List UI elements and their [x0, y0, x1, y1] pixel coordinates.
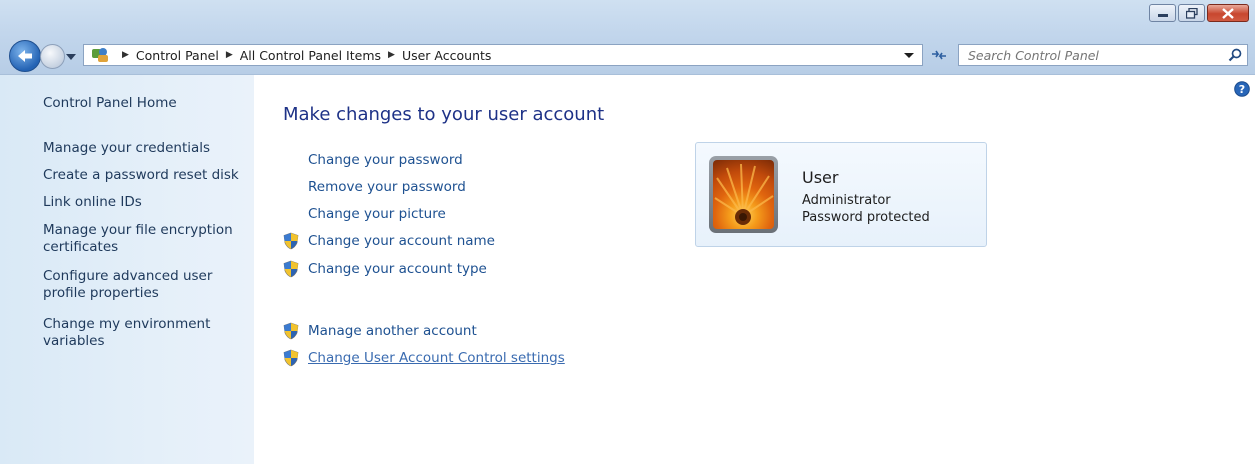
breadcrumb-separator-icon[interactable]: ▶ — [226, 50, 233, 60]
minimize-icon — [1157, 14, 1168, 17]
uac-shield-icon — [283, 322, 299, 340]
search-input[interactable] — [968, 47, 1208, 63]
remove-password-link[interactable]: Remove your password — [308, 179, 466, 195]
control-panel-icon — [92, 48, 108, 62]
change-account-name-link[interactable]: Change your account name — [308, 233, 495, 249]
breadcrumb-user-accounts[interactable]: User Accounts — [402, 48, 491, 63]
back-arrow-icon — [18, 50, 32, 62]
uac-shield-icon — [283, 349, 299, 367]
close-button[interactable] — [1207, 4, 1249, 22]
sidebar-manage-credentials[interactable]: Manage your credentials — [43, 140, 243, 157]
breadcrumb-separator-icon[interactable]: ▶ — [122, 50, 129, 60]
account-picture-frame[interactable] — [709, 156, 778, 233]
sidebar-control-panel-home[interactable]: Control Panel Home — [43, 95, 243, 112]
account-tile: User Administrator Password protected — [695, 142, 987, 247]
svg-text:?: ? — [1239, 83, 1245, 96]
window-controls — [1147, 4, 1249, 22]
breadcrumb-separator-icon[interactable]: ▶ — [388, 50, 395, 60]
address-bar[interactable]: ▶ Control Panel ▶ All Control Panel Item… — [83, 44, 923, 66]
sidebar-advanced-user-profile[interactable]: Configure advanced user profile properti… — [43, 268, 218, 302]
sidebar-environment-variables[interactable]: Change my environment variables — [43, 316, 218, 350]
account-name: User — [802, 168, 839, 187]
search-box[interactable] — [958, 44, 1248, 66]
restore-button[interactable] — [1178, 4, 1205, 22]
change-picture-link[interactable]: Change your picture — [308, 206, 446, 222]
refresh-button[interactable] — [927, 44, 951, 66]
address-dropdown-icon[interactable] — [904, 52, 914, 59]
change-password-link[interactable]: Change your password — [308, 152, 463, 168]
back-button[interactable] — [9, 40, 41, 72]
change-account-type-link[interactable]: Change your account type — [308, 261, 487, 277]
account-status: Password protected — [802, 210, 930, 225]
task-sidebar: Control Panel Home Manage your credentia… — [0, 75, 254, 464]
refresh-icon — [932, 50, 946, 60]
restore-icon — [1185, 7, 1198, 19]
sidebar-password-reset-disk[interactable]: Create a password reset disk — [43, 167, 243, 184]
manage-another-account-link[interactable]: Manage another account — [308, 323, 477, 339]
uac-shield-icon — [283, 260, 299, 278]
forward-button[interactable] — [40, 44, 65, 69]
account-type: Administrator — [802, 193, 891, 208]
account-picture — [713, 160, 774, 229]
sidebar-link-online-ids[interactable]: Link online IDs — [43, 194, 243, 211]
breadcrumb-all-items[interactable]: All Control Panel Items — [240, 48, 381, 63]
window-titlebar: ▶ Control Panel ▶ All Control Panel Item… — [0, 0, 1255, 75]
page-title: Make changes to your user account — [283, 104, 605, 125]
breadcrumb-control-panel[interactable]: Control Panel — [136, 48, 219, 63]
recent-pages-dropdown-icon[interactable] — [65, 52, 77, 62]
flower-picture-icon — [714, 163, 774, 225]
uac-settings-link[interactable]: Change User Account Control settings — [308, 350, 565, 366]
sidebar-file-encryption-certificates[interactable]: Manage your file encryption certificates — [43, 222, 238, 256]
minimize-button[interactable] — [1149, 4, 1176, 22]
help-icon[interactable]: ? — [1234, 81, 1250, 97]
close-icon — [1222, 7, 1234, 19]
search-icon[interactable] — [1228, 48, 1242, 62]
uac-shield-icon — [283, 232, 299, 250]
